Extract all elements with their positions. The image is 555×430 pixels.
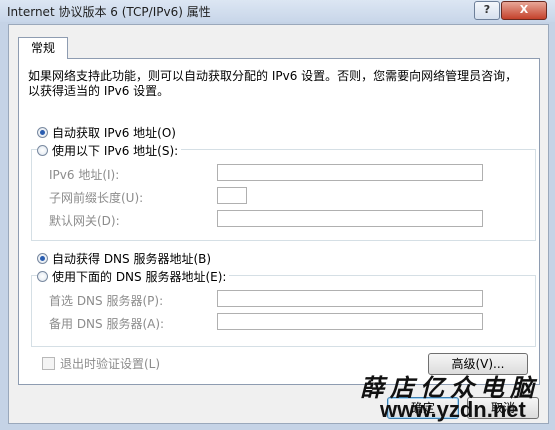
radio-manual-dns[interactable]: 使用下面的 DNS 服务器地址(E): — [37, 268, 230, 284]
validate-settings-checkbox[interactable] — [42, 357, 55, 370]
close-button[interactable]: X — [501, 1, 547, 20]
validate-settings-label: 退出时验证设置(L) — [60, 357, 161, 371]
gateway-label: 默认网关(D): — [49, 214, 120, 228]
radio-auto-dns-label: 自动获得 DNS 服务器地址(B) — [52, 251, 212, 266]
radio-manual-dns-label: 使用下面的 DNS 服务器地址(E): — [52, 269, 227, 284]
manual-dns-group — [31, 275, 536, 347]
ipv6-address-field[interactable] — [217, 164, 483, 181]
gateway-field[interactable] — [217, 210, 483, 227]
alternate-dns-field[interactable] — [217, 313, 483, 330]
description-text: 如果网络支持此功能，则可以自动获取分配的 IPv6 设置。否则，您需要向网络管理… — [28, 69, 518, 98]
watermark-url: www.yzdn.net — [380, 397, 526, 422]
radio-auto-dns-button[interactable] — [37, 252, 48, 264]
radio-manual-ipv6-button[interactable] — [37, 144, 48, 156]
window-title: Internet 协议版本 6 (TCP/IPv6) 属性 — [7, 5, 211, 19]
prefix-length-label: 子网前缀长度(U): — [49, 191, 144, 205]
title-bar: Internet 协议版本 6 (TCP/IPv6) 属性 ? X — [0, 0, 555, 22]
radio-manual-ipv6-label: 使用以下 IPv6 地址(S): — [52, 143, 179, 158]
radio-manual-ipv6[interactable]: 使用以下 IPv6 地址(S): — [37, 142, 182, 158]
tab-general[interactable]: 常规 — [18, 37, 68, 59]
radio-auto-dns[interactable]: 自动获得 DNS 服务器地址(B) — [37, 250, 215, 266]
preferred-dns-label: 首选 DNS 服务器(P): — [49, 294, 164, 308]
radio-auto-ipv6-button[interactable] — [37, 126, 48, 138]
help-button[interactable]: ? — [474, 1, 500, 20]
dialog-body: 常规 如果网络支持此功能，则可以自动获取分配的 IPv6 设置。否则，您需要向网… — [8, 24, 549, 424]
radio-auto-ipv6-label: 自动获取 IPv6 地址(O) — [52, 125, 176, 140]
alternate-dns-label: 备用 DNS 服务器(A): — [49, 317, 165, 331]
ipv6-address-label: IPv6 地址(I): — [49, 168, 120, 182]
prefix-length-field[interactable] — [217, 187, 247, 204]
general-panel: 如果网络支持此功能，则可以自动获取分配的 IPv6 设置。否则，您需要向网络管理… — [18, 58, 540, 385]
preferred-dns-field[interactable] — [217, 290, 483, 307]
radio-manual-dns-button[interactable] — [37, 270, 48, 282]
radio-auto-ipv6[interactable]: 自动获取 IPv6 地址(O) — [37, 124, 179, 140]
validate-settings-option[interactable]: 退出时验证设置(L) — [42, 355, 160, 372]
